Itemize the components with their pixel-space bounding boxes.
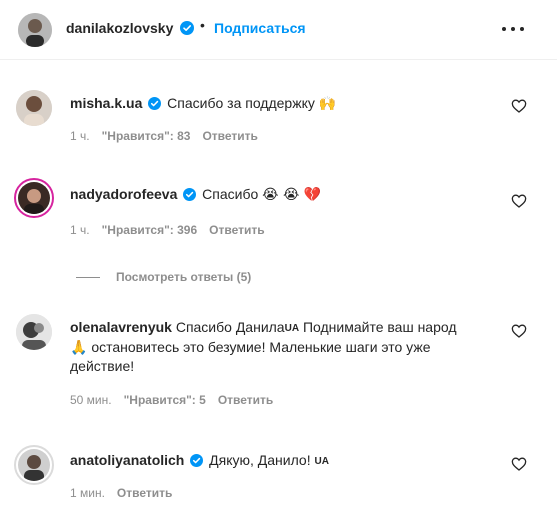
comment-text-part1: Спасибо Данила <box>175 319 285 335</box>
replies-divider-line <box>76 276 100 278</box>
view-replies-label: Посмотреть ответы (5) <box>116 270 252 284</box>
comment-text: Спасибо <box>202 186 259 202</box>
ukraine-flag-emoji: UA <box>284 323 300 334</box>
heart-outline-icon[interactable] <box>511 323 527 339</box>
comment-time[interactable]: 1 ч. <box>70 129 90 143</box>
ukraine-flag-emoji: UA <box>314 456 329 467</box>
verified-badge-icon <box>148 96 162 114</box>
comment-body: nadyadorofeeva Спасибо 😭 😭 💔 <box>70 185 490 205</box>
comment-username[interactable]: olenalavrenyuk <box>70 319 172 335</box>
header-separator: • <box>200 17 205 33</box>
comment-username[interactable]: misha.k.ua <box>70 95 142 111</box>
comment-avatar[interactable] <box>16 314 52 350</box>
comment-text-part2: Поднимайте ваш народ <box>299 319 457 335</box>
comment-likes[interactable]: "Нравится": 83 <box>102 129 191 143</box>
follow-button[interactable]: Подписаться <box>214 20 306 36</box>
comment-meta: 1 ч. "Нравится": 83 Ответить <box>70 129 258 143</box>
heart-outline-icon[interactable] <box>511 193 527 209</box>
reply-button[interactable]: Ответить <box>209 223 264 237</box>
crying-emoji: 😭 😭 💔 <box>262 187 322 203</box>
comment-avatar[interactable] <box>16 90 52 126</box>
comment-body: anatoliyanatolich Дякую, Данило! UA <box>70 451 490 471</box>
heart-outline-icon[interactable] <box>511 98 527 114</box>
verified-badge-icon <box>180 21 194 38</box>
verified-badge-icon <box>183 187 197 205</box>
comment-meta: 50 мин. "Нравится": 5 Ответить <box>70 393 273 407</box>
header-username[interactable]: danilakozlovsky <box>66 20 173 36</box>
comment-likes[interactable]: "Нравится": 396 <box>102 223 198 237</box>
header-avatar[interactable] <box>18 13 52 47</box>
reply-button[interactable]: Ответить <box>202 129 257 143</box>
comment-body: olenalavrenyuk Спасибо ДанилаUA Поднимай… <box>70 318 490 375</box>
comment-username[interactable]: nadyadorofeeva <box>70 186 177 202</box>
comment-time[interactable]: 1 ч. <box>70 223 90 237</box>
comment-text: Спасибо за поддержку <box>167 95 315 111</box>
comment-time[interactable]: 1 мин. <box>70 486 105 500</box>
comment-time[interactable]: 50 мин. <box>70 393 112 407</box>
comment-avatar[interactable] <box>14 178 54 218</box>
reply-button[interactable]: Ответить <box>117 486 172 500</box>
comment-username[interactable]: anatoliyanatolich <box>70 452 184 468</box>
post-header: danilakozlovsky • Подписаться <box>0 0 557 60</box>
raised-hands-emoji: 🙌 <box>318 96 337 112</box>
comment-avatar[interactable] <box>14 445 54 485</box>
folded-hands-emoji: 🙏 <box>70 340 88 356</box>
more-horizontal-icon[interactable] <box>502 18 524 40</box>
view-replies-button[interactable]: Посмотреть ответы (5) <box>76 270 251 284</box>
reply-button[interactable]: Ответить <box>218 393 273 407</box>
heart-outline-icon[interactable] <box>511 456 527 472</box>
comment-text: Дякую, Данило! <box>209 452 311 468</box>
verified-badge-icon <box>190 453 204 471</box>
comment-meta: 1 ч. "Нравится": 396 Ответить <box>70 223 265 237</box>
comment-text-part3: остановитесь это безумие! Маленькие шаги… <box>70 339 431 374</box>
comment-likes[interactable]: "Нравится": 5 <box>124 393 206 407</box>
comment-body: misha.k.ua Спасибо за поддержку 🙌 <box>70 94 490 114</box>
comment-meta: 1 мин. Ответить <box>70 486 172 500</box>
